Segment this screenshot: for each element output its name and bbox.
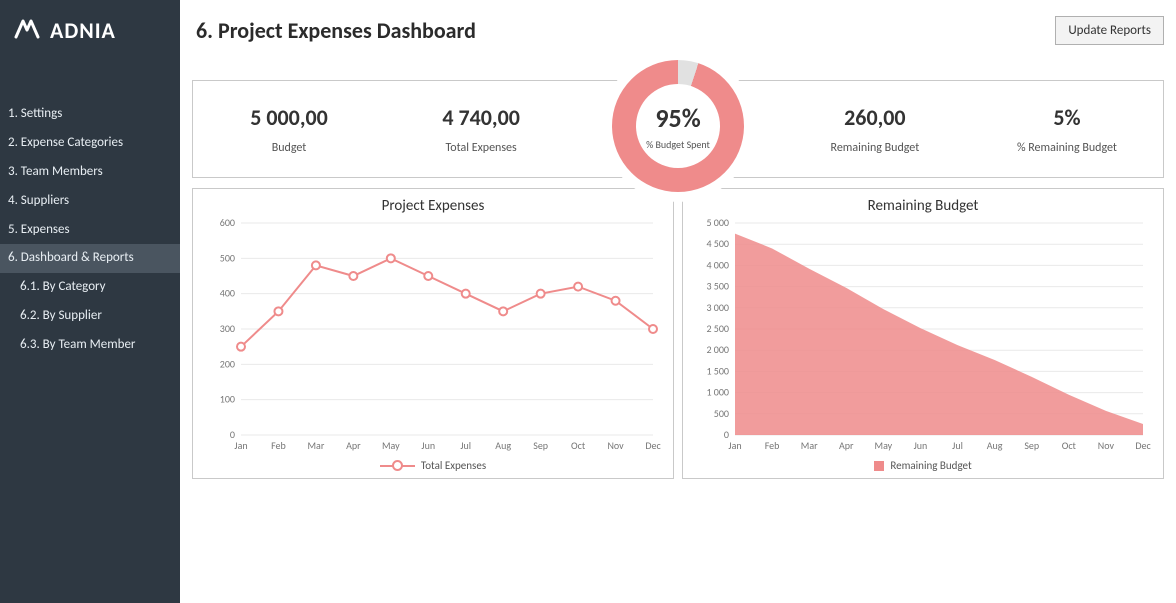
donut-chart: 95% % Budget Spent [602, 50, 754, 202]
kpi-budget-value: 5 000,00 [250, 104, 328, 131]
nav-suppliers[interactable]: 4. Suppliers [0, 187, 180, 216]
svg-text:May: May [382, 439, 400, 452]
kpi-total-expenses: 4 740,00 Total Expenses [385, 81, 577, 177]
remaining-budget-chart: Remaining Budget 05001 0001 5002 0002 50… [682, 188, 1164, 479]
brand: ADNIA [0, 0, 180, 60]
project-expenses-legend: Total Expenses [203, 457, 663, 474]
svg-text:Nov: Nov [607, 439, 624, 452]
svg-text:Feb: Feb [765, 439, 780, 452]
brand-logo-icon [14, 17, 40, 44]
svg-text:Sep: Sep [533, 439, 548, 452]
kpi-total-expenses-value: 4 740,00 [442, 104, 520, 131]
svg-text:1 500: 1 500 [706, 364, 729, 377]
nav: 1. Settings 2. Expense Categories 3. Tea… [0, 100, 180, 360]
svg-text:1 000: 1 000 [706, 386, 729, 399]
line-marker-icon [380, 460, 415, 471]
donut-percent: 95% [655, 102, 700, 134]
donut-label: % Budget Spent [646, 138, 710, 151]
svg-text:600: 600 [220, 217, 235, 229]
svg-text:300: 300 [220, 322, 235, 335]
svg-text:Aug: Aug [495, 439, 511, 452]
svg-text:5 000: 5 000 [706, 217, 729, 229]
svg-text:Sep: Sep [1024, 439, 1039, 452]
main: 6. Project Expenses Dashboard Update Rep… [180, 0, 1176, 603]
svg-text:Mar: Mar [307, 439, 324, 452]
project-expenses-chart: Project Expenses 0100200300400500600JanF… [192, 188, 674, 479]
svg-text:Dec: Dec [1135, 439, 1151, 452]
project-expenses-legend-label: Total Expenses [421, 459, 486, 472]
sidebar: ADNIA 1. Settings 2. Expense Categories … [0, 0, 180, 603]
svg-text:Dec: Dec [645, 439, 661, 452]
kpi-budget: 5 000,00 Budget [193, 81, 385, 177]
svg-text:4 000: 4 000 [706, 258, 729, 271]
remaining-budget-title: Remaining Budget [693, 195, 1153, 217]
remaining-budget-legend-label: Remaining Budget [890, 459, 971, 472]
svg-text:Nov: Nov [1098, 439, 1115, 452]
brand-name: ADNIA [50, 17, 116, 44]
remaining-budget-svg: 05001 0001 5002 0002 5003 0003 5004 0004… [693, 217, 1153, 457]
kpi-remaining-budget-label: Remaining Budget [831, 141, 920, 155]
svg-text:3 500: 3 500 [706, 280, 729, 293]
nav-by-supplier[interactable]: 6.2. By Supplier [0, 302, 180, 331]
svg-text:Jun: Jun [421, 439, 435, 452]
charts-row: Project Expenses 0100200300400500600JanF… [192, 188, 1164, 479]
svg-text:3 000: 3 000 [706, 301, 729, 314]
svg-text:4 500: 4 500 [706, 237, 729, 250]
kpi-remaining-budget-value: 260,00 [844, 104, 905, 131]
kpi-budget-label: Budget [272, 141, 307, 155]
svg-text:Apr: Apr [839, 439, 854, 452]
svg-text:500: 500 [220, 251, 235, 264]
svg-text:200: 200 [220, 357, 235, 370]
svg-text:Jul: Jul [952, 439, 963, 452]
nav-dashboard-reports[interactable]: 6. Dashboard & Reports [0, 244, 180, 273]
svg-text:Oct: Oct [1062, 439, 1077, 452]
svg-text:500: 500 [714, 407, 729, 420]
project-expenses-svg: 0100200300400500600JanFebMarAprMayJunJul… [203, 217, 663, 457]
nav-by-team-member[interactable]: 6.3. By Team Member [0, 331, 180, 360]
svg-text:Aug: Aug [987, 439, 1003, 452]
kpi-remaining-pct-value: 5% [1053, 104, 1080, 131]
kpi-total-expenses-label: Total Expenses [446, 141, 517, 155]
nav-by-category[interactable]: 6.1. By Category [0, 273, 180, 302]
update-reports-button[interactable]: Update Reports [1055, 16, 1164, 45]
svg-text:Apr: Apr [346, 439, 361, 452]
svg-text:Oct: Oct [571, 439, 586, 452]
kpi-remaining-budget: 260,00 Remaining Budget [779, 81, 971, 177]
svg-text:Jan: Jan [234, 439, 247, 452]
page-title: 6. Project Expenses Dashboard [196, 17, 476, 44]
svg-text:Mar: Mar [801, 439, 818, 452]
kpi-row: 5 000,00 Budget 4 740,00 Total Expenses … [192, 80, 1164, 178]
remaining-budget-legend: Remaining Budget [693, 457, 1153, 474]
square-marker-icon [874, 461, 884, 471]
svg-text:Jul: Jul [460, 439, 471, 452]
svg-text:2 000: 2 000 [706, 343, 729, 356]
kpi-remaining-pct-label: % Remaining Budget [1017, 141, 1117, 155]
nav-settings[interactable]: 1. Settings [0, 100, 180, 129]
svg-text:May: May [875, 439, 893, 452]
svg-text:Jun: Jun [914, 439, 928, 452]
svg-text:400: 400 [220, 287, 235, 300]
svg-text:Feb: Feb [271, 439, 286, 452]
nav-expenses[interactable]: 5. Expenses [0, 216, 180, 245]
kpi-remaining-pct: 5% % Remaining Budget [971, 81, 1163, 177]
svg-text:2 500: 2 500 [706, 322, 729, 335]
nav-expense-categories[interactable]: 2. Expense Categories [0, 129, 180, 158]
nav-team-members[interactable]: 3. Team Members [0, 158, 180, 187]
svg-text:100: 100 [220, 393, 235, 406]
project-expenses-title: Project Expenses [203, 195, 663, 217]
svg-text:Jan: Jan [728, 439, 741, 452]
